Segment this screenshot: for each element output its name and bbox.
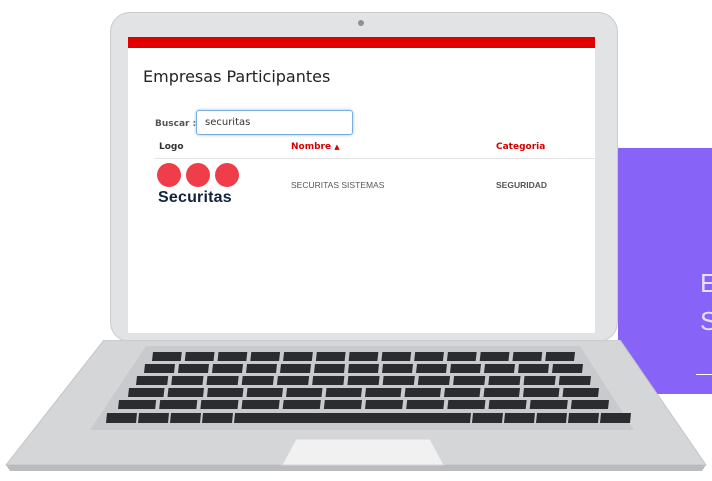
table-header-divider <box>154 158 595 159</box>
keyboard-key <box>347 376 380 385</box>
keyboard-key <box>484 364 515 373</box>
keyboard-key <box>184 352 215 361</box>
keyboard-key <box>562 388 599 397</box>
table-cell-category: SEGURIDAD <box>496 180 548 190</box>
keyboard-key <box>365 388 402 397</box>
keyboard-key <box>276 376 310 385</box>
keyboard-key <box>382 376 415 385</box>
keyboard-key <box>246 388 283 397</box>
column-header-nombre[interactable]: Nombre ▲ <box>291 142 340 152</box>
keyboard-key <box>280 364 311 373</box>
keyboard-key <box>523 388 560 397</box>
keyboard-key <box>325 388 362 397</box>
keyboard-key <box>404 388 441 397</box>
column-header-categoria[interactable]: Categoria <box>496 142 545 152</box>
keyboard-key <box>348 364 379 373</box>
keyboard-key <box>523 376 556 385</box>
logo-wordmark: Securitas <box>158 189 232 206</box>
keyboard-key <box>202 413 233 423</box>
keyboard-key <box>323 400 362 409</box>
keyboard-key <box>406 400 445 409</box>
keyboard-key <box>159 400 198 409</box>
keyboard-key <box>518 364 549 373</box>
promo-line-1: E <box>700 268 712 298</box>
keyboard-key <box>417 376 451 385</box>
logo-dot-icon <box>186 163 210 187</box>
keyboard-key <box>178 364 209 373</box>
keyboard-key <box>144 364 175 373</box>
trackpad <box>281 438 445 466</box>
search-label: Buscar : <box>155 119 197 129</box>
keyboard-key <box>558 376 591 385</box>
keyboard-key <box>382 364 413 373</box>
keyboard-key <box>472 413 503 423</box>
column-header-logo: Logo <box>159 142 184 152</box>
keyboard-key <box>529 400 568 409</box>
keyboard-key <box>217 352 248 361</box>
logo-dot-icon <box>215 163 239 187</box>
keyboard-key <box>312 376 345 385</box>
sort-ascending-icon: ▲ <box>334 143 340 151</box>
keyboard-key <box>282 400 321 409</box>
promo-line-2: S <box>700 306 712 336</box>
keyboard-key <box>136 376 169 385</box>
search-input[interactable] <box>196 110 353 135</box>
keyboard-key <box>570 400 609 409</box>
keyboard-key <box>250 352 281 361</box>
keyboard-key <box>200 400 239 409</box>
column-header-nombre-label: Nombre <box>291 142 332 152</box>
keyboard-key <box>241 400 280 409</box>
keyboard-key <box>444 388 481 397</box>
keyboard-key <box>152 352 182 361</box>
keyboard-key <box>568 413 599 423</box>
keyboard-key <box>447 400 486 409</box>
keyboard-key <box>241 376 274 385</box>
keyboard-key <box>171 376 204 385</box>
laptop-front-edge <box>6 465 706 471</box>
keyboard-key <box>488 400 527 409</box>
table-cell-name: SECURITAS SISTEMAS <box>291 180 385 190</box>
keyboard-key <box>479 352 510 361</box>
keyboard-key <box>446 352 477 361</box>
company-logo: Securitas <box>157 163 243 209</box>
keyboard-key <box>365 400 404 409</box>
page-title: Empresas Participantes <box>143 67 331 86</box>
keyboard-key <box>600 413 631 423</box>
keyboard-key <box>512 352 543 361</box>
keyboard-key <box>545 352 575 361</box>
keyboard-key <box>118 400 157 409</box>
keyboard-key <box>314 364 345 373</box>
keyboard-key <box>246 364 277 373</box>
keyboard-key <box>167 388 204 397</box>
keyboard-key <box>504 413 535 423</box>
keyboard-key <box>416 364 447 373</box>
keyboard-key <box>536 413 567 423</box>
logo-dot-icon <box>157 163 181 187</box>
keyboard-key <box>414 352 444 361</box>
keyboard-key <box>315 352 346 361</box>
keyboard-key <box>128 388 165 397</box>
keyboard-key <box>212 364 243 373</box>
keyboard-key <box>552 364 583 373</box>
keyboard-key <box>283 352 313 361</box>
keyboard-key <box>381 352 412 361</box>
keyboard-key <box>488 376 521 385</box>
keyboard-key <box>138 413 169 423</box>
keyboard-key <box>483 388 520 397</box>
camera-icon <box>358 20 364 26</box>
keyboard-spacebar <box>234 413 471 423</box>
laptop-base <box>4 340 707 471</box>
keyboard-key <box>106 413 137 423</box>
top-accent-bar <box>128 37 595 48</box>
keyboard-key <box>170 413 201 423</box>
keyboard-key <box>206 376 239 385</box>
keyboard-key <box>453 376 486 385</box>
keyboard-key <box>286 388 323 397</box>
laptop-screen: Empresas Participantes Buscar : Logo Nom… <box>128 37 595 333</box>
keyboard-key <box>450 364 481 373</box>
keyboard-key <box>207 388 244 397</box>
keyboard-key <box>348 352 379 361</box>
